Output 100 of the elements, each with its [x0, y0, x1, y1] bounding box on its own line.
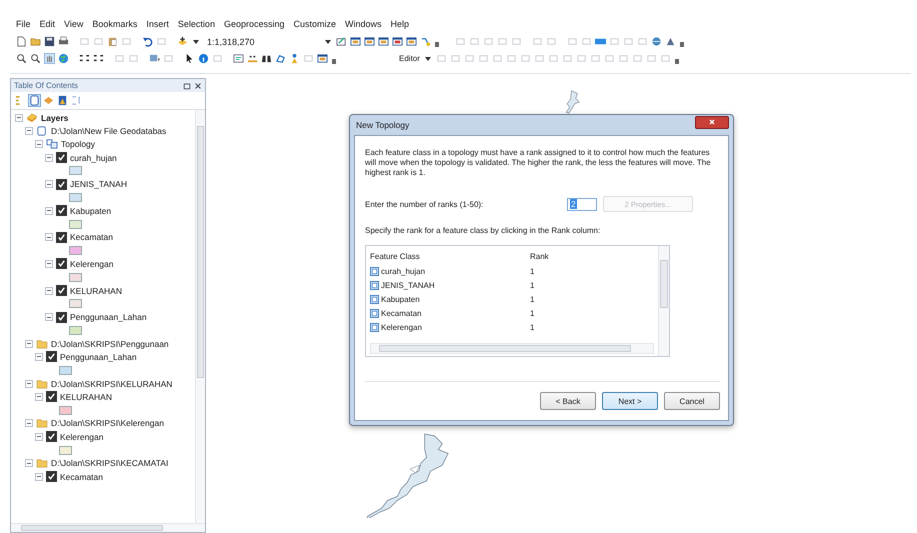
layer-checkbox[interactable] — [56, 178, 67, 190]
column-header[interactable]: Rank — [530, 252, 549, 261]
editor-toolbar-icon[interactable] — [336, 36, 347, 47]
layer-name[interactable]: KELURAHAN — [60, 392, 112, 402]
layer-name[interactable]: Kecamatan — [70, 232, 113, 242]
layer-name[interactable]: D:\Jolan\SKRIPSI\KELURAHAN — [51, 378, 172, 389]
symbol-swatch[interactable] — [59, 366, 72, 375]
layer-checkbox[interactable] — [56, 312, 67, 323]
menu-item[interactable]: Edit — [40, 18, 56, 28]
column-header[interactable]: Feature Class — [370, 252, 530, 261]
collapse-toggle[interactable] — [45, 154, 53, 162]
add-data-icon[interactable] — [177, 36, 188, 47]
shape-icon[interactable] — [275, 53, 286, 64]
layer-name[interactable]: JENIS_TANAH — [70, 179, 127, 190]
color-swatch-icon[interactable] — [595, 36, 606, 47]
menu-item[interactable]: Geoprocessing — [224, 18, 284, 28]
undo-icon[interactable] — [142, 36, 153, 47]
layer-checkbox[interactable] — [46, 351, 57, 362]
full-extent-icon[interactable] — [58, 53, 69, 64]
symbol-swatch[interactable] — [69, 192, 82, 202]
collapse-toggle[interactable] — [35, 392, 43, 401]
table-cell[interactable]: 1 — [530, 322, 534, 332]
layer-name[interactable]: Penggunaan_Lahan — [70, 312, 147, 322]
find-icon[interactable] — [233, 53, 244, 64]
table-cell[interactable]: 1 — [530, 308, 534, 318]
editor-menu-button[interactable]: Editor — [399, 54, 420, 63]
menu-item[interactable]: Customize — [294, 18, 336, 28]
table-cell[interactable]: 1 — [530, 294, 534, 304]
vertical-scrollbar[interactable] — [658, 246, 669, 356]
layer-name[interactable]: Kabupaten — [70, 206, 112, 216]
restore-icon[interactable] — [183, 82, 191, 90]
map-scale-combobox[interactable]: 1:1,318,270 — [204, 36, 320, 46]
dropdown-caret-icon[interactable] — [325, 40, 331, 44]
close-button[interactable] — [695, 116, 729, 128]
menu-item[interactable]: Bookmarks — [92, 18, 138, 28]
menu-item[interactable]: Help — [390, 18, 410, 28]
layer-checkbox[interactable] — [56, 258, 67, 270]
layer-select-icon[interactable] — [149, 53, 160, 64]
symbol-swatch[interactable] — [69, 220, 82, 229]
dialog-button[interactable]: Next > — [602, 392, 658, 410]
symbol-swatch[interactable] — [69, 299, 82, 308]
list-by-selection-icon[interactable] — [57, 95, 68, 106]
dialog-button[interactable]: < Back — [540, 392, 596, 410]
zoom-in-icon[interactable] — [16, 53, 27, 64]
layer-name[interactable]: Penggunaan_Lahan — [60, 352, 137, 362]
menu-item[interactable]: File — [16, 18, 31, 28]
layer-checkbox[interactable] — [46, 471, 57, 482]
horizontal-scrollbar[interactable] — [370, 343, 654, 354]
collapse-toggle[interactable] — [25, 380, 33, 388]
select-pointer-icon[interactable] — [184, 53, 195, 64]
collapse-toggle[interactable] — [25, 340, 33, 348]
dialog-button[interactable]: Cancel — [664, 392, 720, 410]
layer-name[interactable]: Kelerengan — [60, 432, 104, 442]
collapse-toggle[interactable] — [35, 352, 43, 361]
collapse-toggle[interactable] — [45, 233, 53, 242]
paste-icon[interactable] — [107, 36, 118, 47]
collapse-toggle[interactable] — [45, 260, 53, 268]
toolbar-options-icon[interactable] — [674, 59, 679, 64]
options-icon[interactable] — [71, 95, 82, 106]
layer-name[interactable]: D:\Jolan\SKRIPSI\KECAMATAI — [51, 458, 168, 468]
menu-item[interactable]: View — [64, 18, 84, 28]
collapse-toggle[interactable] — [45, 286, 53, 294]
layer-name[interactable]: KELURAHAN — [70, 286, 122, 296]
symbol-swatch[interactable] — [69, 326, 82, 335]
symbol-swatch[interactable] — [69, 272, 82, 282]
collapse-toggle[interactable] — [35, 432, 43, 441]
close-icon[interactable] — [194, 82, 202, 90]
window-icon[interactable] — [350, 36, 361, 47]
people-icon[interactable] — [289, 53, 300, 64]
layer-name[interactable]: Kelerengan — [70, 258, 114, 269]
horizontal-scrollbar[interactable] — [11, 523, 205, 532]
menu-item[interactable]: Selection — [178, 18, 215, 28]
printer-icon[interactable] — [58, 36, 69, 47]
collapse-toggle[interactable] — [45, 206, 53, 215]
menu-item[interactable]: Insert — [146, 18, 169, 28]
dropdown-caret-icon[interactable] — [193, 40, 199, 44]
layer-name[interactable]: D:\Jolan\SKRIPSI\Penggunaan — [51, 338, 169, 349]
layer-name[interactable]: curah_hujan — [70, 152, 117, 163]
symbol-swatch[interactable] — [69, 166, 82, 176]
identify-icon[interactable] — [198, 53, 209, 64]
layer-checkbox[interactable] — [46, 431, 57, 442]
collapse-toggle[interactable] — [45, 313, 53, 322]
window-icon[interactable] — [406, 36, 417, 47]
zoom-out-icon[interactable] — [30, 53, 41, 64]
layer-name[interactable]: Topology — [61, 139, 96, 150]
table-cell[interactable]: 1 — [530, 266, 534, 276]
layer-name[interactable]: Kecamatan — [60, 472, 103, 482]
collapse-toggle[interactable] — [25, 419, 33, 428]
save-icon[interactable] — [44, 36, 55, 47]
binoculars-icon[interactable] — [261, 53, 272, 64]
layer-name[interactable]: D:\Jolan\New File Geodatabas — [51, 126, 166, 136]
collapse-toggle[interactable] — [25, 459, 33, 468]
list-by-source-icon[interactable] — [29, 95, 40, 106]
window-icon[interactable] — [317, 53, 328, 64]
layer-name[interactable]: D:\Jolan\SKRIPSI\Kelerengan — [51, 418, 164, 428]
layer-checkbox[interactable] — [56, 285, 67, 296]
menu-item[interactable]: Windows — [345, 18, 382, 28]
table-cell[interactable]: 1 — [530, 280, 534, 290]
symbol-swatch[interactable] — [69, 246, 82, 256]
layer-name[interactable]: Layers — [41, 112, 68, 123]
